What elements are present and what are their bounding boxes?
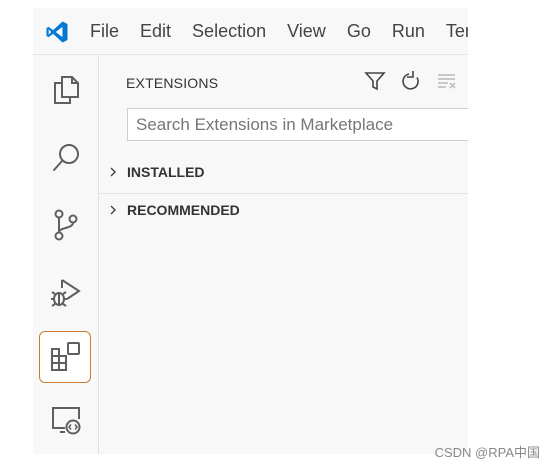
clear-icon (438, 74, 456, 89)
extensions-sidebar: EXTENSIONS Search Extensions in Marketpl… (99, 55, 468, 454)
activity-search[interactable] (43, 135, 89, 181)
activity-bar (33, 55, 99, 454)
menu-bar: File Edit Selection View Go Run Ter (90, 8, 468, 54)
clear-extensions-button[interactable] (433, 67, 461, 95)
filter-button[interactable] (361, 67, 389, 95)
section-recommended[interactable]: RECOMMENDED (99, 196, 468, 224)
extensions-search-input[interactable] (127, 108, 468, 141)
menu-edit[interactable]: Edit (140, 21, 171, 42)
menu-run[interactable]: Run (392, 21, 425, 42)
menu-view[interactable]: View (287, 21, 326, 42)
activity-source-control[interactable] (43, 202, 89, 248)
sidebar-actions (361, 67, 461, 95)
menu-go[interactable]: Go (347, 21, 371, 42)
extensions-icon (51, 342, 80, 371)
chevron-right-icon (107, 204, 123, 216)
refresh-icon (402, 71, 419, 90)
vscode-logo-icon (46, 21, 68, 43)
search-icon (53, 144, 79, 171)
remote-explorer-icon (52, 407, 81, 435)
section-installed-label: INSTALLED (127, 164, 205, 180)
section-installed[interactable]: INSTALLED (99, 158, 468, 186)
activity-explorer[interactable] (43, 67, 89, 113)
title-bar: File Edit Selection View Go Run Ter (33, 8, 468, 55)
vscode-window: File Edit Selection View Go Run Ter EXTE… (33, 8, 468, 454)
refresh-button[interactable] (397, 67, 425, 95)
explorer-icon (54, 76, 79, 104)
filter-icon (364, 72, 386, 91)
activity-remote-explorer[interactable] (43, 397, 89, 443)
activity-run-debug[interactable] (43, 269, 89, 315)
section-recommended-label: RECOMMENDED (127, 202, 240, 218)
chevron-right-icon (107, 166, 123, 178)
source-control-icon (54, 209, 78, 241)
activity-extensions[interactable] (39, 331, 91, 383)
sidebar-title: EXTENSIONS (126, 75, 219, 91)
section-divider (99, 193, 468, 194)
menu-file[interactable]: File (90, 21, 119, 42)
menu-terminal[interactable]: Ter (446, 21, 468, 42)
run-debug-icon (51, 279, 81, 307)
watermark: CSDN @RPA中国 (434, 445, 540, 460)
menu-selection[interactable]: Selection (192, 21, 266, 42)
